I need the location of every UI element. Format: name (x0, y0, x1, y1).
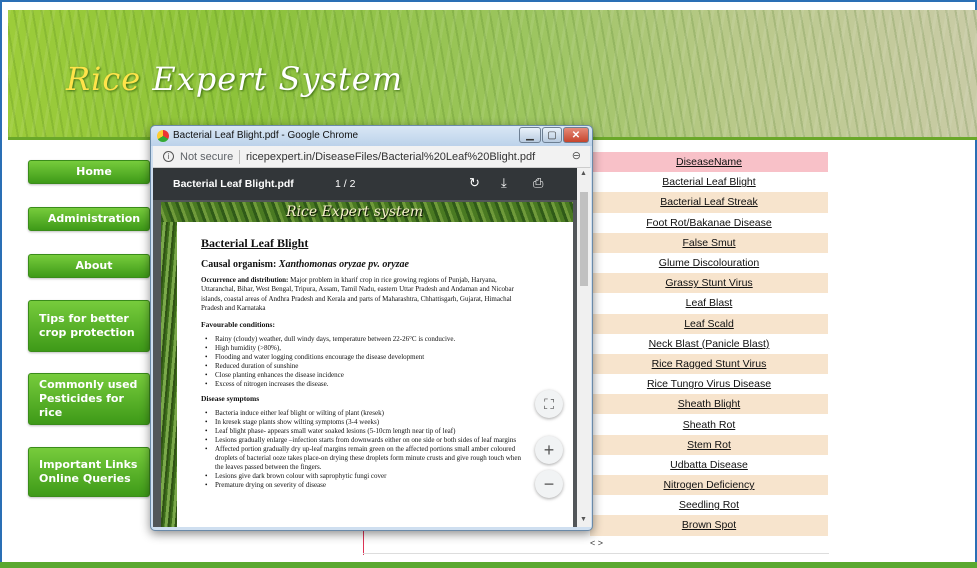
site-title-rest: Expert System (141, 60, 404, 98)
pdf-favourable-heading: Favourable conditions: (201, 319, 275, 329)
pdf-filename: Bacterial Leaf Blight.pdf (173, 178, 294, 190)
site-banner: Rice Expert System (8, 10, 977, 140)
causal-value: Xanthomonas oryzae pv. oryzae (278, 259, 409, 270)
pdf-viewport[interactable]: Rice Expert system Bacterial Leaf Blight… (153, 200, 577, 527)
list-item: Flooding and water logging conditions en… (215, 353, 531, 362)
table-header-diseasename[interactable]: DiseaseName (590, 152, 828, 173)
info-icon[interactable]: i (163, 151, 174, 162)
list-item: Affected portion gradually dry up-leaf m… (215, 445, 531, 472)
list-item: Rainy (cloudy) weather, dull windy days,… (215, 335, 531, 344)
pdf-causal-organism: Causal organism: Xanthomonas oryzae pv. … (201, 259, 531, 270)
list-item: Bacteria induce either leaf blight or wi… (215, 409, 531, 418)
pdf-page-indicator[interactable]: 1 / 2 (335, 178, 355, 190)
table-pager[interactable]: < > (590, 538, 603, 548)
scroll-down-arrow-icon[interactable]: ▼ (580, 516, 587, 523)
nav-tips-button[interactable]: Tips for better crop protection (28, 300, 150, 352)
table-row[interactable]: Sheath Blight (590, 394, 828, 415)
list-item: Leaf blight phase- appears small water s… (215, 427, 531, 436)
table-row[interactable]: Sheath Rot (590, 414, 828, 435)
download-icon[interactable]: ⤓ (501, 175, 507, 191)
nav-administration-button[interactable]: Administration (28, 207, 150, 231)
fit-page-icon[interactable]: ⛶ (535, 390, 563, 418)
pdf-symptoms-list: Bacteria induce either leaf blight or wi… (201, 409, 531, 490)
table-row[interactable]: Bacterial Leaf Blight (590, 172, 828, 193)
table-row[interactable]: Stem Rot (590, 434, 828, 455)
zoom-out-icon[interactable]: − (535, 470, 563, 498)
window-titlebar[interactable]: Bacterial Leaf Blight.pdf - Google Chrom… (151, 126, 592, 146)
list-item: Close planting enhances the disease inci… (215, 371, 531, 380)
zoom-icon[interactable]: ⊖ (572, 149, 581, 162)
address-bar[interactable]: i Not secure ricepexpert.in/DiseaseFiles… (153, 146, 590, 168)
table-row[interactable]: Seedling Rot (590, 495, 828, 516)
divider (363, 530, 364, 555)
nav-links-button[interactable]: Important Links Online Queries (28, 447, 150, 497)
scrollbar-thumb[interactable] (580, 192, 588, 286)
pdf-page: Rice Expert system Bacterial Leaf Blight… (161, 202, 573, 527)
list-item: Reduced duration of sunshine (215, 362, 531, 371)
pdf-symptoms-heading: Disease symptoms (201, 394, 260, 404)
table-row[interactable]: Foot Rot/Bakanae Disease (590, 212, 828, 233)
pdf-header-banner: Rice Expert system (161, 202, 573, 222)
table-row[interactable]: Brown Spot (590, 515, 828, 536)
not-secure-label: Not secure (180, 151, 234, 163)
pdf-left-decoration (161, 222, 177, 527)
rotate-icon[interactable]: ↻ (469, 175, 480, 191)
causal-label: Causal organism: (201, 259, 277, 270)
table-row[interactable]: Leaf Blast (590, 293, 828, 314)
zoom-in-icon[interactable]: + (535, 436, 563, 464)
chrome-popup-window: Bacterial Leaf Blight.pdf - Google Chrom… (150, 125, 593, 531)
list-item: Lesions gradually enlarge –infection sta… (215, 436, 531, 445)
table-row[interactable]: Rice Ragged Stunt Virus (590, 353, 828, 375)
table-row[interactable]: False Smut (590, 232, 828, 253)
pdf-favourable-list: Rainy (cloudy) weather, dull windy days,… (201, 335, 531, 389)
pdf-heading: Bacterial Leaf Blight (201, 236, 309, 250)
close-button[interactable]: ✕ (563, 127, 589, 143)
table-row[interactable]: Neck Blast (Panicle Blast) (590, 333, 828, 354)
table-row[interactable]: Glume Discolouration (590, 252, 828, 274)
table-row[interactable]: Udbatta Disease (590, 454, 828, 475)
list-item: Premature drying on severity of disease (215, 481, 531, 490)
scroll-up-arrow-icon[interactable]: ▲ (580, 170, 587, 177)
pdf-header-title: Rice Expert system (286, 204, 424, 220)
minimize-button[interactable]: ▁ (519, 127, 541, 143)
table-row[interactable]: Grassy Stunt Virus (590, 273, 828, 294)
pdf-occurrence: Occurrence and distribution: Major probl… (201, 276, 531, 314)
maximize-button[interactable]: ▢ (542, 127, 562, 143)
site-title-first: Rice (66, 60, 142, 98)
address-separator (239, 150, 240, 164)
nav-home-button[interactable]: Home (28, 160, 150, 184)
table-row[interactable]: Rice Tungro Virus Disease (590, 374, 828, 395)
list-item: Lesions give dark brown colour with sapr… (215, 472, 531, 481)
print-icon[interactable]: ⎙ (533, 175, 543, 191)
disease-table: DiseaseName Bacterial Leaf Blight Bacter… (590, 152, 828, 536)
window-title: Bacterial Leaf Blight.pdf - Google Chrom… (173, 130, 359, 141)
table-row[interactable]: Leaf Scald (590, 313, 828, 334)
list-item: Excess of nitrogen increases the disease… (215, 380, 531, 389)
pdf-toolbar: Bacterial Leaf Blight.pdf 1 / 2 ↻ ⤓ ⎙ (153, 168, 577, 200)
occurrence-label: Occurrence and distribution: (201, 276, 289, 284)
list-item: In kresek stage plants show wilting symp… (215, 418, 531, 427)
nav-about-button[interactable]: About (28, 254, 150, 278)
pdf-content: Bacterial Leaf Blight Causal organism: X… (201, 236, 531, 496)
divider (363, 553, 829, 554)
table-row[interactable]: Nitrogen Deficiency (590, 475, 828, 496)
footer-bar (0, 562, 977, 568)
chrome-favicon-icon (157, 130, 169, 142)
site-title: Rice Expert System (66, 60, 403, 98)
pdf-scrollbar[interactable]: ▲ ▼ (577, 168, 591, 527)
nav-pesticides-button[interactable]: Commonly used Pesticides for rice (28, 373, 150, 425)
url-text[interactable]: ricepexpert.in/DiseaseFiles/Bacterial%20… (246, 151, 535, 163)
list-item: High humidity (>80%), (215, 344, 531, 353)
table-row[interactable]: Bacterial Leaf Streak (590, 192, 828, 213)
